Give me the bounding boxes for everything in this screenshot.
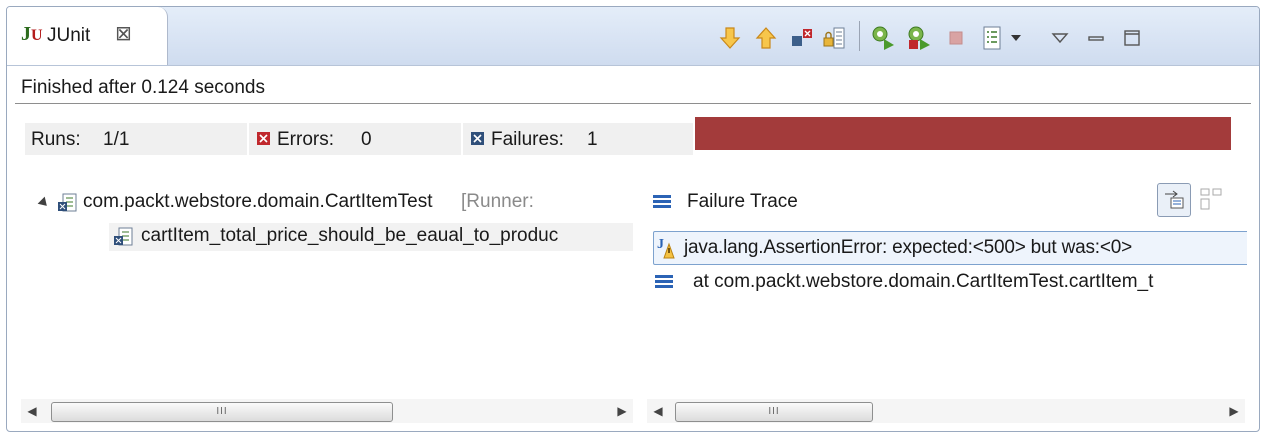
close-icon[interactable]: ⊠ (115, 21, 132, 46)
progress-bar (695, 117, 1231, 150)
next-failure-icon[interactable] (717, 25, 743, 51)
maximize-icon[interactable] (1119, 25, 1145, 51)
test-tree: com.packt.webstore.domain.CartItemTest [… (21, 183, 633, 423)
runs-label: Runs: (31, 129, 81, 150)
trace-line-1: java.lang.AssertionError: expected:<500>… (684, 237, 1132, 258)
stop-icon[interactable] (943, 25, 969, 51)
scroll-thumb[interactable]: III (51, 402, 393, 422)
errors-counter: Errors: 0 (249, 123, 461, 155)
failure-trace-pane: Failure Trace J java.lang.AssertionError… (647, 183, 1247, 423)
junit-icon: JU (21, 23, 43, 45)
minimize-icon[interactable] (1083, 25, 1109, 51)
test-case-icon (113, 227, 133, 247)
warning-icon: J (656, 234, 678, 266)
toolbar-separator (859, 21, 860, 51)
scroll-right-icon[interactable]: ▶ (1223, 399, 1245, 423)
errors-label: Errors: (277, 129, 334, 150)
errors-value: 0 (361, 129, 372, 150)
scroll-left-icon[interactable]: ◀ (21, 399, 43, 423)
tree-test-label: cartItem_total_price_should_be_eaual_to_… (141, 225, 559, 246)
svg-text:J: J (657, 237, 664, 252)
status-message: Finished after 0.124 seconds (21, 77, 265, 98)
stack-frame-icon (655, 275, 673, 289)
trace-icon (653, 195, 671, 209)
trace-row-selected[interactable]: J java.lang.AssertionError: expected:<50… (653, 231, 1247, 265)
show-failures-only-icon[interactable] (789, 25, 815, 51)
test-suite-icon (57, 193, 77, 213)
failures-value: 1 (587, 129, 598, 150)
rerun-test-icon[interactable] (871, 25, 897, 51)
rerun-failures-first-icon[interactable] (907, 25, 933, 51)
compare-result-icon[interactable] (1199, 187, 1223, 217)
tree-root-runner: [Runner: (461, 191, 534, 212)
error-icon (257, 132, 270, 145)
divider (15, 103, 1251, 104)
failures-counter: Failures: 1 (463, 123, 693, 155)
view-titlebar: JU JUnit ⊠ (7, 7, 1259, 66)
history-dropdown-icon[interactable] (1003, 25, 1029, 51)
filter-trace-icon[interactable] (1157, 183, 1191, 217)
scroll-left-icon[interactable]: ◀ (647, 399, 669, 423)
left-horizontal-scrollbar[interactable]: ◀ III ▶ (21, 399, 633, 423)
scroll-lock-icon[interactable] (821, 25, 847, 51)
test-run-history-icon[interactable] (979, 25, 1005, 51)
view-menu-icon[interactable] (1047, 25, 1073, 51)
scroll-thumb[interactable]: III (675, 402, 873, 422)
scroll-right-icon[interactable]: ▶ (611, 399, 633, 423)
tree-row-test[interactable]: cartItem_total_price_should_be_eaual_to_… (109, 223, 633, 251)
tree-row-root[interactable]: com.packt.webstore.domain.CartItemTest [… (21, 189, 633, 217)
failure-icon (471, 132, 484, 145)
failure-trace-title: Failure Trace (687, 191, 798, 212)
trace-line-2[interactable]: at com.packt.webstore.domain.CartItemTes… (693, 271, 1153, 293)
tab-junit[interactable]: JU JUnit ⊠ (7, 7, 168, 65)
right-horizontal-scrollbar[interactable]: ◀ III ▶ (647, 399, 1245, 423)
tab-label: JUnit (47, 25, 91, 46)
runs-value: 1/1 (103, 129, 130, 150)
expand-arrow-icon[interactable] (37, 196, 51, 210)
runs-counter: Runs: 1/1 (25, 123, 247, 155)
tree-root-label: com.packt.webstore.domain.CartItemTest (83, 191, 433, 212)
junit-view: JU JUnit ⊠ Finished after 0.124 seconds … (6, 6, 1260, 432)
failures-label: Failures: (491, 129, 564, 150)
previous-failure-icon[interactable] (753, 25, 779, 51)
